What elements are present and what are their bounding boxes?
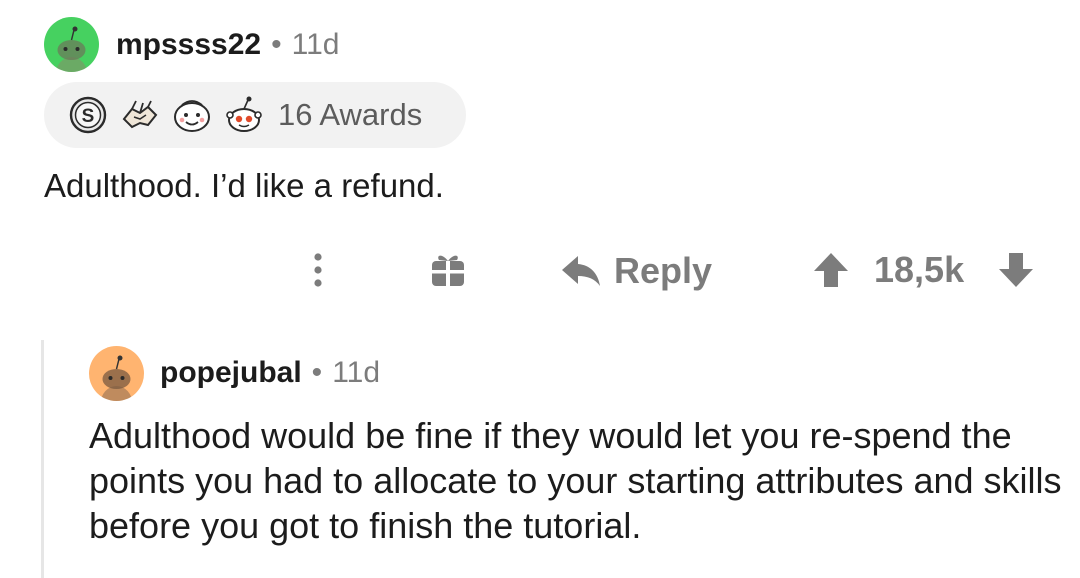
comment-header: popejubal • 11d (160, 356, 380, 390)
reply-arrow-icon (562, 256, 600, 286)
awards-count: 16 Awards (278, 97, 423, 132)
comment-age: 11d (332, 356, 381, 389)
give-award-button[interactable] (428, 249, 468, 289)
helpful-award-icon (222, 93, 266, 137)
svg-text:S: S (82, 106, 95, 127)
meta-separator: • (271, 28, 282, 61)
gift-icon (432, 255, 464, 286)
downvote-button[interactable] (996, 250, 1036, 290)
thread-line[interactable] (41, 340, 44, 578)
meta-separator: • (311, 356, 323, 389)
snoo-avatar-icon (55, 26, 88, 72)
username[interactable]: mpssss22 (116, 28, 261, 62)
upvote-button[interactable] (811, 250, 851, 290)
comment-body: Adulthood would be fine if they would le… (89, 415, 1062, 546)
wholesome-award-icon (170, 93, 214, 137)
downvote-arrow-icon (999, 253, 1033, 287)
snoo-avatar-icon (100, 355, 133, 401)
user-avatar[interactable] (44, 17, 99, 72)
comment-age: 11d (291, 28, 340, 61)
reply-label: Reply (614, 250, 713, 291)
handshake-award-icon (118, 93, 162, 137)
username[interactable]: popejubal (160, 356, 302, 390)
vote-count: 18,5k (874, 249, 965, 290)
upvote-arrow-icon (814, 253, 848, 287)
more-vertical-icon (314, 253, 322, 287)
reply-button[interactable]: Reply (560, 246, 712, 296)
awards-pill[interactable]: S 16 Awards (44, 82, 466, 148)
comment-body: Adulthood. I’d like a refund. (44, 167, 444, 204)
silver-award-icon: S (66, 93, 110, 137)
comment-header: mpssss22 • 11d (116, 28, 339, 62)
user-avatar[interactable] (89, 346, 144, 401)
more-options-button[interactable] (303, 249, 333, 291)
